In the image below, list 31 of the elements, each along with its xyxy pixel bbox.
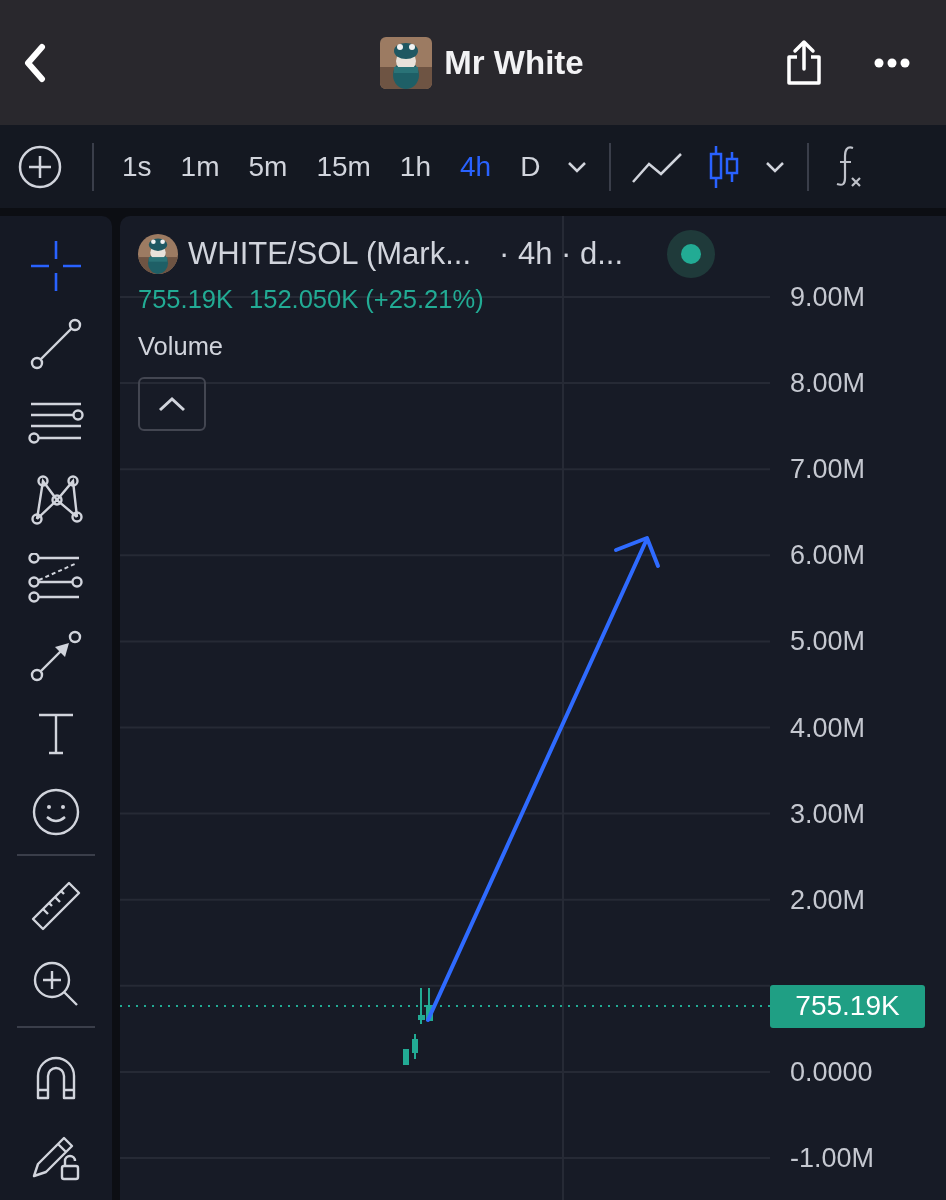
add-button[interactable] — [18, 144, 62, 189]
price-axis-label: 8.00M — [790, 368, 866, 399]
study-label: Volume — [138, 332, 225, 361]
interval-tab[interactable]: D — [520, 150, 541, 183]
price-axis-label: 4.00M — [790, 712, 866, 743]
last-price: 755.19K — [138, 284, 233, 314]
interval-tab[interactable]: 1s — [122, 150, 152, 183]
price-axis-label: 9.00M — [790, 282, 866, 312]
price-change: 152.050K (+25.21%) — [249, 284, 484, 314]
share-button[interactable] — [784, 38, 824, 87]
price-axis-label: 2.00M — [790, 884, 866, 915]
token-name: Mr White — [444, 43, 584, 82]
price-axis-label: 7.00M — [790, 454, 866, 485]
chevron-up-icon — [158, 396, 186, 412]
interval-dropdown[interactable] — [567, 160, 588, 173]
symbol-title: WHITE/SOL (Mark... — [188, 236, 472, 272]
interval-tab[interactable]: 1h — [399, 150, 431, 183]
price-axis-label: 3.00M — [790, 798, 866, 829]
interval-tab[interactable]: 4h — [460, 150, 492, 183]
interval-tab[interactable]: 1m — [180, 150, 220, 183]
price-axis-label: 6.00M — [790, 540, 866, 571]
price-axis-label: -1.00M — [790, 1143, 875, 1173]
more-button[interactable] — [874, 57, 910, 68]
interval-tab[interactable]: 5m — [248, 150, 288, 183]
price-axis-label: 0.0000 — [790, 1056, 873, 1087]
interval-tab[interactable]: 15m — [316, 150, 371, 183]
chart-type-dropdown[interactable] — [765, 160, 786, 173]
current-price-tag: 755.19K — [770, 984, 925, 1028]
interval-label: · 4h · d... — [499, 236, 624, 272]
collapse-button[interactable] — [138, 377, 206, 431]
price-axis-label: 5.00M — [790, 626, 866, 657]
